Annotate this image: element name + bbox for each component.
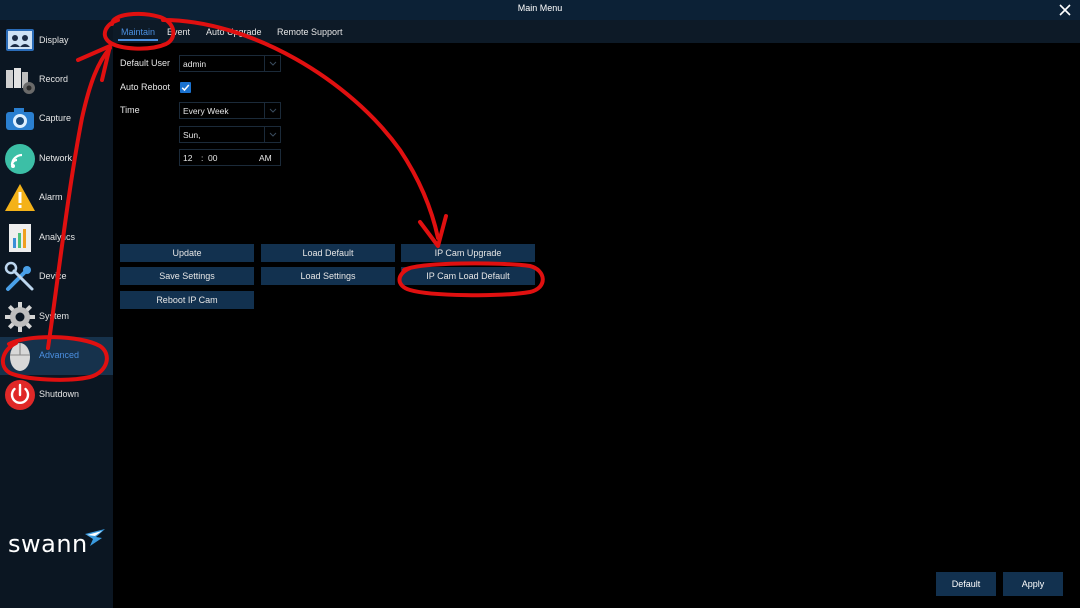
chevron-down-icon	[269, 132, 277, 137]
sidebar-item-network[interactable]: Network	[0, 140, 113, 178]
sidebar-item-label: System	[39, 311, 70, 321]
minute-field[interactable]: 00	[208, 153, 217, 163]
alarm-icon	[5, 184, 35, 211]
sidebar-item-label: Shutdown	[39, 389, 80, 399]
active-tab-indicator	[118, 39, 158, 41]
sidebar-item-label: Device	[39, 271, 67, 281]
default-button[interactable]: Default	[936, 572, 996, 596]
sidebar-item-label: Advanced	[39, 350, 80, 360]
sidebar-item-system[interactable]: System	[0, 298, 113, 336]
default-user-select[interactable]: admin	[179, 55, 281, 72]
reboot-day-select[interactable]: Sun,	[179, 126, 281, 143]
sidebar-item-shutdown[interactable]: Shutdown	[0, 376, 113, 414]
auto-reboot-label: Auto Reboot	[120, 82, 171, 92]
close-icon[interactable]	[1056, 1, 1074, 19]
annotation-arrowhead-bottom	[418, 214, 448, 248]
display-icon	[6, 29, 34, 51]
ip-cam-load-default-button[interactable]: IP Cam Load Default	[401, 267, 535, 285]
time-label: Time	[120, 105, 140, 115]
chevron-down-icon	[269, 61, 277, 66]
ampm-field[interactable]: AM	[259, 153, 272, 163]
save-settings-button[interactable]: Save Settings	[120, 267, 254, 285]
device-tools-icon	[4, 261, 34, 291]
frequency-value: Every Week	[183, 106, 229, 116]
sidebar: Display Record Capture Network Alarm Ana…	[0, 20, 113, 608]
tab-auto-upgrade[interactable]: Auto Upgrade	[206, 27, 262, 37]
sidebar-item-label: Analytics	[39, 232, 76, 242]
reboot-ip-cam-button[interactable]: Reboot IP Cam	[120, 291, 254, 309]
sidebar-item-alarm[interactable]: Alarm	[0, 179, 113, 217]
reboot-time-input[interactable]: 12 : 00 AM	[179, 149, 281, 166]
tab-bar: Maintain Event Auto Upgrade Remote Suppo…	[113, 20, 1080, 43]
window-title: Main Menu	[517, 3, 563, 13]
chevron-down-icon	[269, 108, 277, 113]
sidebar-item-label: Capture	[39, 113, 72, 123]
title-bar: Main Menu	[0, 0, 1080, 20]
sidebar-item-label: Alarm	[39, 192, 63, 202]
camera-icon	[6, 108, 34, 130]
time-separator: :	[201, 153, 204, 163]
gear-icon	[5, 302, 35, 332]
tab-event[interactable]: Event	[167, 27, 190, 37]
logo-text: swann	[8, 530, 88, 558]
auto-reboot-checkbox[interactable]	[180, 82, 191, 93]
sidebar-item-analytics[interactable]: Analytics	[0, 219, 113, 257]
network-icon	[5, 144, 35, 174]
swann-logo: swann	[8, 528, 108, 562]
checkmark-icon	[181, 84, 190, 92]
hour-field[interactable]: 12	[183, 153, 192, 163]
sidebar-item-label: Network	[39, 153, 73, 163]
day-value: Sun,	[183, 130, 201, 140]
mouse-icon	[10, 343, 30, 371]
record-icon	[6, 68, 35, 94]
power-icon	[5, 380, 35, 410]
tab-remote-support[interactable]: Remote Support	[277, 27, 343, 37]
sidebar-item-record[interactable]: Record	[0, 61, 113, 99]
reboot-frequency-select[interactable]: Every Week	[179, 102, 281, 119]
default-user-value: admin	[183, 59, 207, 69]
logo-bird-icon	[85, 529, 105, 546]
load-default-button[interactable]: Load Default	[261, 244, 395, 262]
update-button[interactable]: Update	[120, 244, 254, 262]
ip-cam-upgrade-button[interactable]: IP Cam Upgrade	[401, 244, 535, 262]
analytics-icon	[9, 224, 31, 252]
sidebar-item-advanced[interactable]: Advanced	[0, 337, 113, 375]
tab-maintain[interactable]: Maintain	[121, 27, 155, 37]
default-user-label: Default User	[120, 58, 171, 68]
sidebar-item-label: Record	[39, 74, 69, 84]
sidebar-item-label: Display	[39, 35, 69, 45]
sidebar-item-display[interactable]: Display	[0, 22, 113, 60]
load-settings-button[interactable]: Load Settings	[261, 267, 395, 285]
apply-button[interactable]: Apply	[1003, 572, 1063, 596]
sidebar-item-capture[interactable]: Capture	[0, 100, 113, 138]
sidebar-item-device[interactable]: Device	[0, 258, 113, 296]
